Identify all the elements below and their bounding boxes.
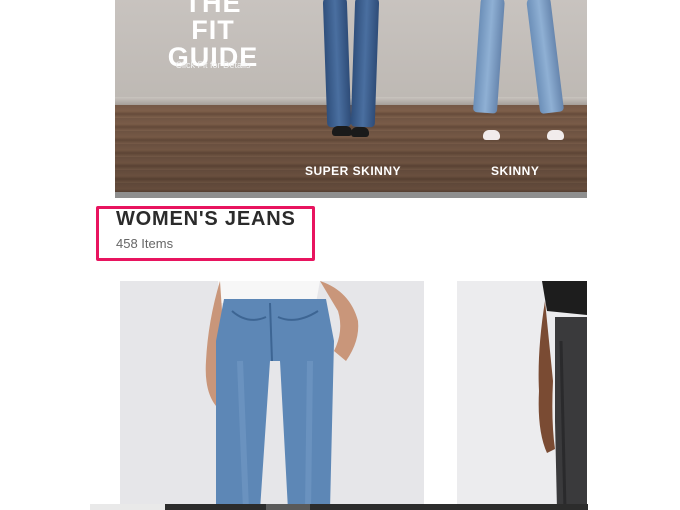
item-count: 458 Items — [116, 236, 174, 251]
fit-guide-subtitle: Click Fit for Details — [175, 60, 251, 70]
product-image-jeans-black[interactable] — [457, 281, 587, 510]
fit-label-super-skinny[interactable]: SUPER SKINNY — [305, 164, 401, 178]
page-title: WOMEN'S JEANS — [116, 208, 296, 230]
white-shoe-icon — [483, 130, 500, 140]
banner-divider — [115, 192, 587, 198]
strip-thumb[interactable] — [266, 504, 310, 510]
product-image-jeans-light[interactable] — [120, 281, 424, 510]
strip-segment — [90, 504, 165, 510]
bottom-scroll-strip[interactable] — [90, 504, 588, 510]
fit-guide-banner[interactable]: THE FIT GUIDE Click Fit for Details SUPE… — [115, 0, 587, 192]
model-super-skinny-legs[interactable] — [322, 0, 352, 128]
black-shoe-icon — [351, 127, 369, 137]
fit-guide-title-line1: THE FIT — [184, 0, 242, 45]
product-tile[interactable] — [457, 281, 587, 510]
black-shoe-icon — [332, 126, 352, 136]
fit-label-skinny[interactable]: SKINNY — [491, 164, 539, 178]
model-super-skinny-legs-right[interactable] — [350, 0, 380, 128]
product-tile[interactable] — [120, 281, 424, 510]
white-shoe-icon — [547, 130, 564, 140]
